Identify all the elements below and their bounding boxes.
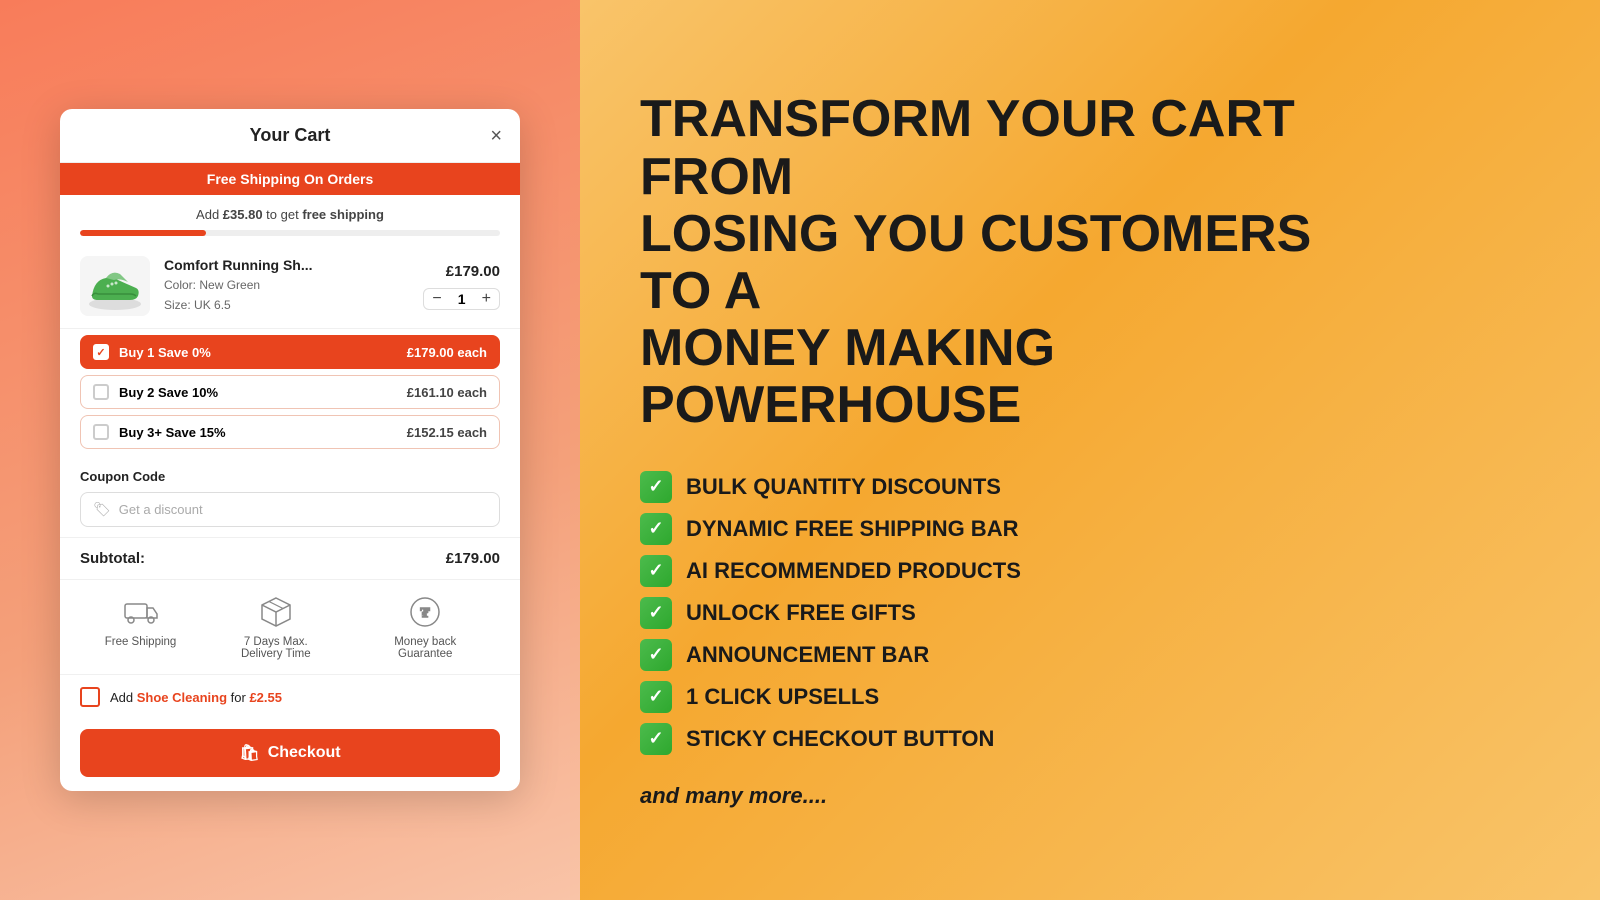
checkout-button[interactable]: 🛍 Checkout — [80, 729, 500, 777]
check-icon-5: ✓ — [640, 639, 672, 671]
coupon-section: Coupon Code 🏷 Get a discount — [60, 459, 520, 538]
bulk-option-3-price: £152.15 each — [407, 425, 487, 440]
size-label: Size: — [164, 298, 191, 312]
bulk-option-1-label: Buy 1 Save 0% — [119, 345, 211, 360]
guarantee-icon: ₮ — [407, 594, 443, 630]
cart-title: Your Cart — [250, 125, 331, 146]
item-meta: Color: New Green Size: UK 6.5 — [164, 276, 409, 314]
quantity-control: − 1 + — [423, 288, 500, 310]
subtotal-section: Subtotal: £179.00 — [60, 538, 520, 580]
feature-label-7: STICKY CHECKOUT BUTTON — [686, 726, 994, 752]
trust-badge-guarantee: ₮ Money back Guarantee — [375, 594, 475, 660]
shipping-free-text: free shipping — [302, 207, 384, 222]
right-panel: TRANSFORM YOUR CART FROM LOSING YOU CUST… — [580, 0, 1600, 900]
upsell-checkbox[interactable] — [80, 687, 100, 707]
color-value: New Green — [199, 278, 260, 292]
feature-item-7: ✓ STICKY CHECKOUT BUTTON — [640, 723, 1540, 755]
headline-line3: MONEY MAKING POWERHOUSE — [640, 319, 1055, 434]
bulk-option-2-label: Buy 2 Save 10% — [119, 385, 218, 400]
feature-item-6: ✓ 1 CLICK UPSELLS — [640, 681, 1540, 713]
shipping-suffix: to get — [263, 207, 303, 222]
trust-badge-guarantee-label: Money back Guarantee — [375, 636, 475, 660]
feature-list: ✓ BULK QUANTITY DISCOUNTS ✓ DYNAMIC FREE… — [640, 471, 1540, 755]
bulk-option-1[interactable]: Buy 1 Save 0% £179.00 each — [80, 335, 500, 369]
shoe-icon — [84, 260, 146, 312]
and-more: and many more.... — [640, 783, 1540, 809]
coupon-placeholder: Get a discount — [119, 502, 203, 517]
left-panel: Your Cart × Free Shipping On Orders Add … — [0, 0, 580, 900]
trust-badges: Free Shipping 7 Days Max. Delivery Time … — [60, 580, 520, 675]
bulk-option-3-left: Buy 3+ Save 15% — [93, 424, 226, 440]
item-price: £179.00 — [446, 263, 500, 280]
coupon-input-wrap[interactable]: 🏷 Get a discount — [80, 492, 500, 527]
close-button[interactable]: × — [490, 126, 502, 146]
feature-item-1: ✓ BULK QUANTITY DISCOUNTS — [640, 471, 1540, 503]
check-icon-4: ✓ — [640, 597, 672, 629]
qty-value: 1 — [452, 291, 472, 307]
subtotal-value: £179.00 — [446, 550, 500, 567]
coupon-label: Coupon Code — [80, 469, 500, 484]
bulk-checkbox-2 — [93, 384, 109, 400]
truck-icon — [123, 594, 159, 630]
checkout-label: Checkout — [268, 744, 341, 762]
shipping-amount: £35.80 — [223, 207, 263, 222]
cart-header: Your Cart × — [60, 109, 520, 163]
cart-modal: Your Cart × Free Shipping On Orders Add … — [60, 109, 520, 791]
color-label: Color: — [164, 278, 196, 292]
check-icon-3: ✓ — [640, 555, 672, 587]
bulk-options: Buy 1 Save 0% £179.00 each Buy 2 Save 10… — [60, 329, 520, 459]
check-icon-2: ✓ — [640, 513, 672, 545]
bulk-option-1-price: £179.00 each — [407, 345, 487, 360]
feature-item-4: ✓ UNLOCK FREE GIFTS — [640, 597, 1540, 629]
item-price-qty: £179.00 − 1 + — [423, 263, 500, 310]
upsell-section: Add Shoe Cleaning for £2.55 — [60, 675, 520, 719]
bulk-checkbox-1 — [93, 344, 109, 360]
checkout-icon: 🛍 — [239, 743, 259, 763]
cart-item-section: Comfort Running Sh... Color: New Green S… — [60, 244, 520, 329]
feature-item-2: ✓ DYNAMIC FREE SHIPPING BAR — [640, 513, 1540, 545]
progress-bar-fill — [80, 230, 206, 236]
free-shipping-banner: Free Shipping On Orders — [60, 163, 520, 195]
trust-badge-shipping: Free Shipping — [105, 594, 177, 660]
upsell-text: Add Shoe Cleaning for £2.55 — [110, 690, 282, 705]
trust-badge-delivery-label: 7 Days Max. Delivery Time — [226, 636, 326, 660]
shipping-prefix: Add — [196, 207, 223, 222]
feature-label-5: ANNOUNCEMENT BAR — [686, 642, 929, 668]
feature-label-3: AI RECOMMENDED PRODUCTS — [686, 558, 1021, 584]
feature-item-3: ✓ AI RECOMMENDED PRODUCTS — [640, 555, 1540, 587]
subtotal-label: Subtotal: — [80, 550, 145, 567]
bulk-option-2[interactable]: Buy 2 Save 10% £161.10 each — [80, 375, 500, 409]
check-icon-1: ✓ — [640, 471, 672, 503]
bulk-option-1-left: Buy 1 Save 0% — [93, 344, 211, 360]
feature-item-5: ✓ ANNOUNCEMENT BAR — [640, 639, 1540, 671]
feature-label-6: 1 CLICK UPSELLS — [686, 684, 879, 710]
headline: TRANSFORM YOUR CART FROM LOSING YOU CUST… — [640, 91, 1340, 434]
progress-bar — [80, 230, 500, 236]
check-icon-6: ✓ — [640, 681, 672, 713]
feature-label-4: UNLOCK FREE GIFTS — [686, 600, 916, 626]
svg-text:₮: ₮ — [421, 606, 431, 621]
item-info: Comfort Running Sh... Color: New Green S… — [164, 257, 409, 314]
bulk-option-2-price: £161.10 each — [407, 385, 487, 400]
check-icon-7: ✓ — [640, 723, 672, 755]
box-icon — [258, 594, 294, 630]
qty-increase-button[interactable]: + — [480, 291, 493, 307]
item-image — [80, 256, 150, 316]
qty-decrease-button[interactable]: − — [430, 291, 443, 307]
checkout-section: 🛍 Checkout — [60, 719, 520, 791]
bulk-option-3[interactable]: Buy 3+ Save 15% £152.15 each — [80, 415, 500, 449]
size-value: UK 6.5 — [194, 298, 231, 312]
headline-line2: LOSING YOU CUSTOMERS TO A — [640, 205, 1311, 320]
trust-badge-delivery: 7 Days Max. Delivery Time — [226, 594, 326, 660]
shipping-progress-area: Add £35.80 to get free shipping — [60, 195, 520, 244]
bulk-option-3-label: Buy 3+ Save 15% — [119, 425, 226, 440]
bulk-option-2-left: Buy 2 Save 10% — [93, 384, 218, 400]
trust-badge-shipping-label: Free Shipping — [105, 636, 177, 648]
coupon-icon: 🏷 — [93, 501, 111, 518]
headline-line1: TRANSFORM YOUR CART FROM — [640, 90, 1295, 205]
item-name: Comfort Running Sh... — [164, 257, 409, 273]
bulk-checkbox-3 — [93, 424, 109, 440]
feature-label-2: DYNAMIC FREE SHIPPING BAR — [686, 516, 1018, 542]
feature-label-1: BULK QUANTITY DISCOUNTS — [686, 474, 1001, 500]
